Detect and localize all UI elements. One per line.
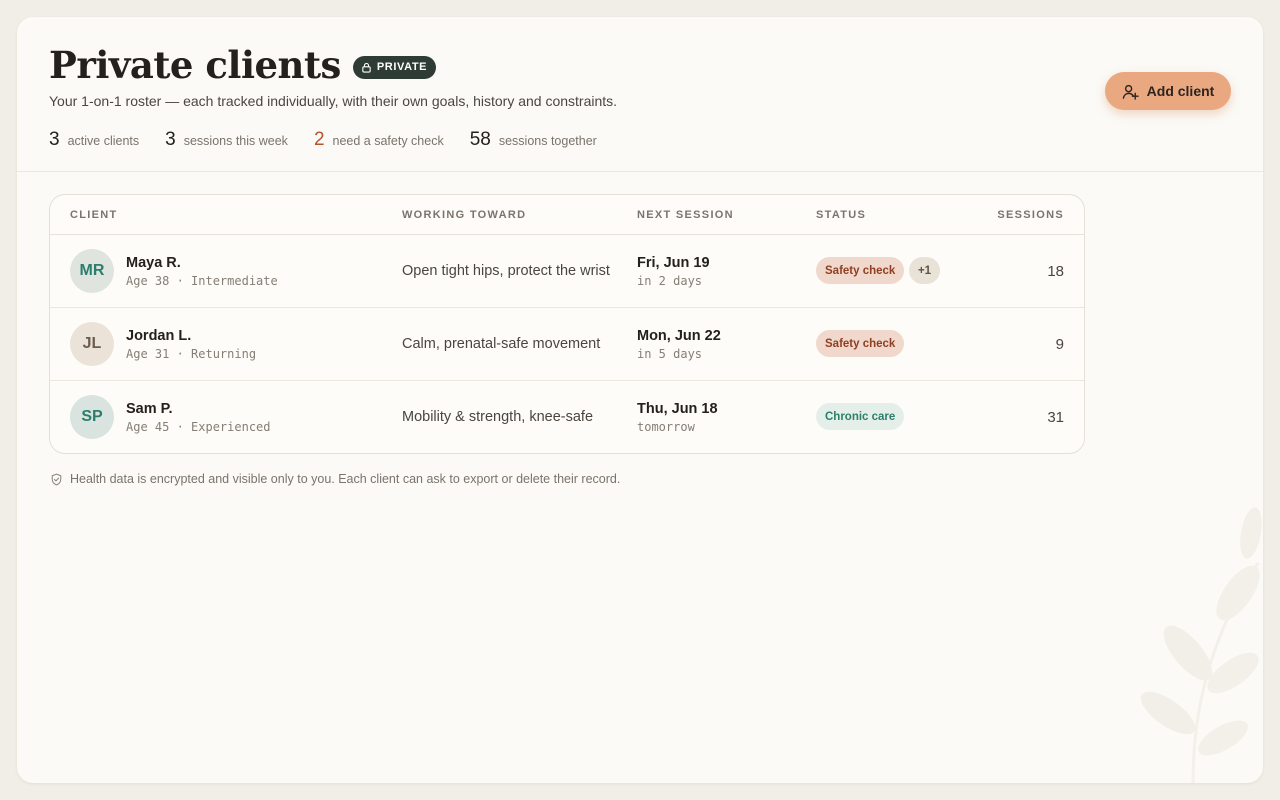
- leaf-decoration: [1140, 507, 1262, 783]
- client-goal: Open tight hips, protect the wrist: [402, 263, 610, 279]
- next-session-date: Thu, Jun 18: [637, 401, 718, 417]
- session-count: 9: [1055, 336, 1064, 353]
- clients-table: CLIENT WORKING TOWARD NEXT SESSION STATU…: [49, 194, 1085, 454]
- client-name: Maya R.: [126, 255, 181, 271]
- stat-label: active clients: [67, 134, 140, 148]
- client-name: Sam P.: [126, 401, 173, 417]
- private-badge-label: PRIVATE: [376, 61, 428, 73]
- next-session-relative: in 2 days: [637, 274, 703, 288]
- stat-label: need a safety check: [332, 134, 444, 148]
- user-plus-icon: [1122, 83, 1139, 100]
- column-sessions: SESSIONS: [997, 209, 1064, 221]
- title-row: Private clients PRIVATE: [49, 43, 437, 87]
- client-meta: Age 38 · Intermediate: [126, 274, 278, 288]
- stat-label: sessions this week: [183, 134, 288, 148]
- column-client: CLIENT: [70, 209, 118, 221]
- status-badge: Safety check: [816, 257, 905, 284]
- client-name: Jordan L.: [126, 328, 192, 344]
- stats-bar: 3 active clients 3 sessions this week 2 …: [49, 129, 623, 151]
- client-meta: Age 45 · Experienced: [126, 420, 271, 434]
- add-client-label: Add client: [1146, 83, 1215, 99]
- next-session-date: Fri, Jun 19: [637, 255, 710, 271]
- avatar: MR: [70, 249, 114, 293]
- add-client-button[interactable]: Add client: [1105, 72, 1231, 110]
- status-badge: Chronic care: [816, 403, 905, 430]
- stat-sessions-total: 58 sessions together: [470, 129, 597, 151]
- stat-sessions-week: 3 sessions this week: [165, 129, 288, 151]
- stat-value: 3: [165, 129, 176, 150]
- lock-icon: [361, 62, 372, 73]
- stat-value: 2: [313, 129, 325, 150]
- column-status: STATUS: [816, 209, 867, 221]
- shield-icon: [50, 473, 63, 486]
- table-row[interactable]: JL Jordan L. Age 31 · Returning Calm, pr…: [50, 308, 1084, 381]
- client-goal: Calm, prenatal-safe movement: [402, 336, 601, 352]
- next-session-relative: tomorrow: [637, 420, 695, 434]
- next-session-date: Mon, Jun 22: [637, 328, 721, 344]
- clients-panel: Private clients PRIVATE Your 1-on-1 rost…: [17, 17, 1263, 783]
- page-header: Private clients PRIVATE Your 1-on-1 rost…: [17, 17, 1263, 172]
- privacy-note: Health data is encrypted and visible onl…: [50, 472, 620, 486]
- client-meta: Age 31 · Returning: [126, 347, 257, 361]
- private-badge: PRIVATE: [352, 55, 437, 79]
- stat-value: 58: [469, 129, 491, 150]
- session-count: 18: [1047, 263, 1064, 280]
- stat-safety-check: 2 need a safety check: [314, 129, 444, 151]
- client-goal: Mobility & strength, knee-safe: [402, 409, 594, 425]
- privacy-note-text: Health data is encrypted and visible onl…: [70, 472, 621, 486]
- next-session-relative: in 5 days: [637, 347, 703, 361]
- column-next-session: NEXT SESSION: [637, 209, 734, 221]
- page-title: Private clients: [49, 43, 341, 87]
- table-header: CLIENT WORKING TOWARD NEXT SESSION STATU…: [50, 195, 1084, 235]
- avatar: JL: [70, 322, 114, 366]
- status-badge: Safety check: [816, 330, 905, 357]
- more-status-badge[interactable]: +1: [909, 257, 940, 284]
- stat-value: 3: [49, 129, 60, 150]
- table-row[interactable]: MR Maya R. Age 38 · Intermediate Open ti…: [50, 235, 1084, 308]
- stat-active-clients: 3 active clients: [49, 129, 139, 151]
- stat-label: sessions together: [498, 134, 597, 148]
- column-working-toward: WORKING TOWARD: [402, 209, 527, 221]
- avatar: SP: [70, 395, 114, 439]
- page-subtitle: Your 1-on-1 roster — each tracked indivi…: [49, 93, 618, 109]
- table-row[interactable]: SP Sam P. Age 45 · Experienced Mobility …: [50, 381, 1084, 453]
- session-count: 31: [1047, 409, 1064, 426]
